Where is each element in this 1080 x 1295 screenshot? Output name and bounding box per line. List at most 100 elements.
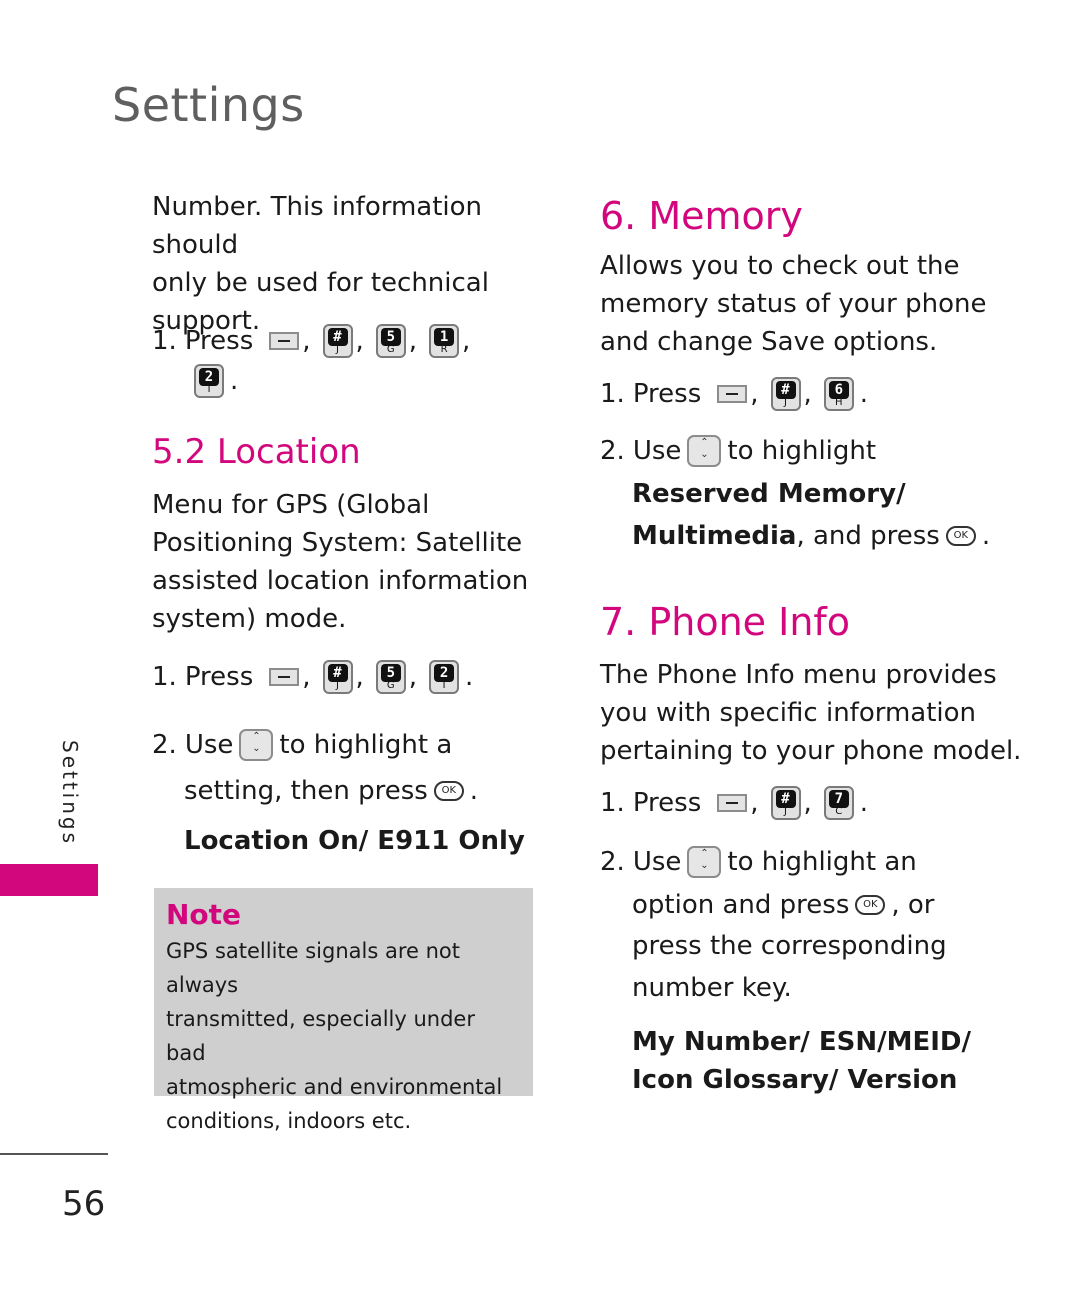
- nav-up-icon: ⌃: [700, 848, 709, 859]
- key-bottom: G: [386, 344, 395, 355]
- description-line: Menu for GPS (Global: [152, 490, 430, 520]
- step-verb: Use: [632, 847, 682, 877]
- description-line: The Phone Info menu provides: [600, 660, 997, 690]
- ok-key-icon: OK: [945, 526, 976, 546]
- key-hash-j-icon: # J: [770, 786, 801, 820]
- phone-info-options-line2: Icon Glossary/ Version: [632, 1065, 958, 1095]
- nav-up-down-key-icon: ⌃ ⌄: [239, 729, 274, 761]
- note-line: GPS satellite signals are not always: [166, 939, 460, 997]
- ok-key-icon: OK: [855, 895, 886, 915]
- key-bottom: T: [205, 384, 213, 395]
- comma: ,: [302, 662, 311, 692]
- comma: ,: [750, 379, 759, 409]
- phone-info-step-2: 2. Use ⌃ ⌄ to highlight an: [600, 843, 1020, 881]
- note-line: conditions, indoors etc.: [166, 1109, 412, 1133]
- description-line: pertaining to your phone model.: [600, 736, 1022, 766]
- description-line: Positioning System: Satellite: [152, 528, 523, 558]
- menu-softkey-icon: [717, 385, 748, 403]
- step-text: option and press: [632, 890, 850, 920]
- key-bottom: J: [784, 397, 787, 408]
- step-number: 1.: [600, 788, 625, 818]
- key-bottom: J: [336, 680, 339, 691]
- sidebar-section-label: Settings: [58, 740, 82, 847]
- key-7-c-icon: 7C: [823, 786, 854, 820]
- note-text: GPS satellite signals are not always tra…: [166, 934, 521, 1138]
- step-verb: Press: [632, 379, 702, 409]
- phone-info-options-line1: My Number/ ESN/MEID/: [632, 1027, 971, 1057]
- phone-info-description: The Phone Info menu provides you with sp…: [600, 656, 1040, 770]
- intro-line: only be used for technical: [152, 268, 489, 298]
- menu-softkey-icon: [717, 794, 748, 812]
- comma: ,: [302, 326, 311, 356]
- key-1-r-icon: 1R: [429, 324, 460, 358]
- location-options: Location On/ E911 Only: [184, 826, 525, 856]
- location-heading: 5.2 Location: [152, 432, 361, 472]
- step-number: 2.: [600, 436, 625, 466]
- nav-down-icon: ⌄: [252, 743, 261, 754]
- comma: ,: [803, 788, 812, 818]
- description-line: and change Save options.: [600, 327, 938, 357]
- description-line: system) mode.: [152, 604, 347, 634]
- step-verb: Use: [632, 436, 682, 466]
- period: .: [859, 379, 869, 409]
- period: .: [465, 662, 474, 692]
- key-bottom: C: [835, 806, 843, 817]
- nav-down-icon: ⌄: [700, 449, 709, 460]
- phone-info-heading: 7. Phone Info: [600, 600, 851, 644]
- step-verb: Press: [632, 788, 702, 818]
- comma: ,: [408, 662, 418, 692]
- description-line: memory status of your phone: [600, 289, 987, 319]
- note-box: Note GPS satellite signals are not alway…: [154, 888, 533, 1133]
- description-line: assisted location information: [152, 566, 529, 596]
- key-5-g-icon: 5G: [375, 660, 406, 694]
- note-line: atmospheric and environmental: [166, 1075, 503, 1099]
- period: .: [981, 521, 991, 551]
- memory-option-reserved: Reserved Memory/: [632, 479, 906, 509]
- key-bottom: R: [440, 344, 448, 355]
- location-step-1: 1. Press , # J, 5G, 2T.: [152, 658, 532, 696]
- step-text: to highlight a: [279, 730, 453, 760]
- comma: ,: [750, 788, 759, 818]
- key-bottom: T: [440, 680, 448, 691]
- menu-softkey-icon: [269, 668, 300, 686]
- description-line: Allows you to check out the: [600, 251, 960, 281]
- phone-info-step-1: 1. Press , # J, 7C.: [600, 784, 1000, 822]
- comma: ,: [462, 326, 471, 356]
- phone-info-step-2-line2: option and press OK, or: [632, 886, 1032, 924]
- comma: ,: [355, 662, 364, 692]
- memory-description: Allows you to check out the memory statu…: [600, 247, 1020, 361]
- step-text: , or: [891, 890, 935, 920]
- location-description: Menu for GPS (Global Positioning System:…: [152, 486, 552, 638]
- step-number: 2.: [152, 730, 177, 760]
- period: .: [859, 788, 869, 818]
- key-2-t-icon: 2T: [429, 660, 460, 694]
- location-step-2-cont: setting, then press OK.: [184, 772, 564, 810]
- menu-softkey-icon: [269, 332, 300, 350]
- phone-info-step-2-line4: number key.: [632, 973, 792, 1003]
- ok-key-icon: OK: [433, 781, 464, 801]
- step-text: , and press: [796, 521, 940, 551]
- note-line: transmitted, especially under bad: [166, 1007, 475, 1065]
- phone-info-step-2-line3: press the corresponding: [632, 931, 947, 961]
- key-bottom: H: [835, 397, 843, 408]
- step-text: to highlight an: [727, 847, 917, 877]
- step-number: 2.: [600, 847, 625, 877]
- key-hash-j-icon: # J: [322, 324, 353, 358]
- memory-step-2: 2. Use ⌃ ⌄ to highlight: [600, 432, 1020, 470]
- sidebar-accent-bar: [0, 864, 98, 896]
- key-6-h-icon: 6H: [823, 377, 854, 411]
- page-title: Settings: [112, 78, 305, 132]
- memory-step-2-cont: Multimedia, and press OK.: [632, 517, 1032, 555]
- intro-step-1: 1. Press , # J, 5G, 1R,: [152, 322, 532, 360]
- memory-step-1: 1. Press , # J, 6H.: [600, 375, 1000, 413]
- key-bottom: J: [336, 344, 339, 355]
- step-number: 1.: [600, 379, 625, 409]
- description-line: you with specific information: [600, 698, 977, 728]
- page-number: 56: [62, 1184, 106, 1224]
- comma: ,: [408, 326, 418, 356]
- footer-divider: [0, 1153, 108, 1155]
- location-step-2: 2. Use ⌃ ⌄ to highlight a: [152, 726, 552, 764]
- period: .: [230, 366, 239, 396]
- nav-up-down-key-icon: ⌃ ⌄: [687, 846, 722, 878]
- memory-option-multimedia: Multimedia: [632, 521, 797, 551]
